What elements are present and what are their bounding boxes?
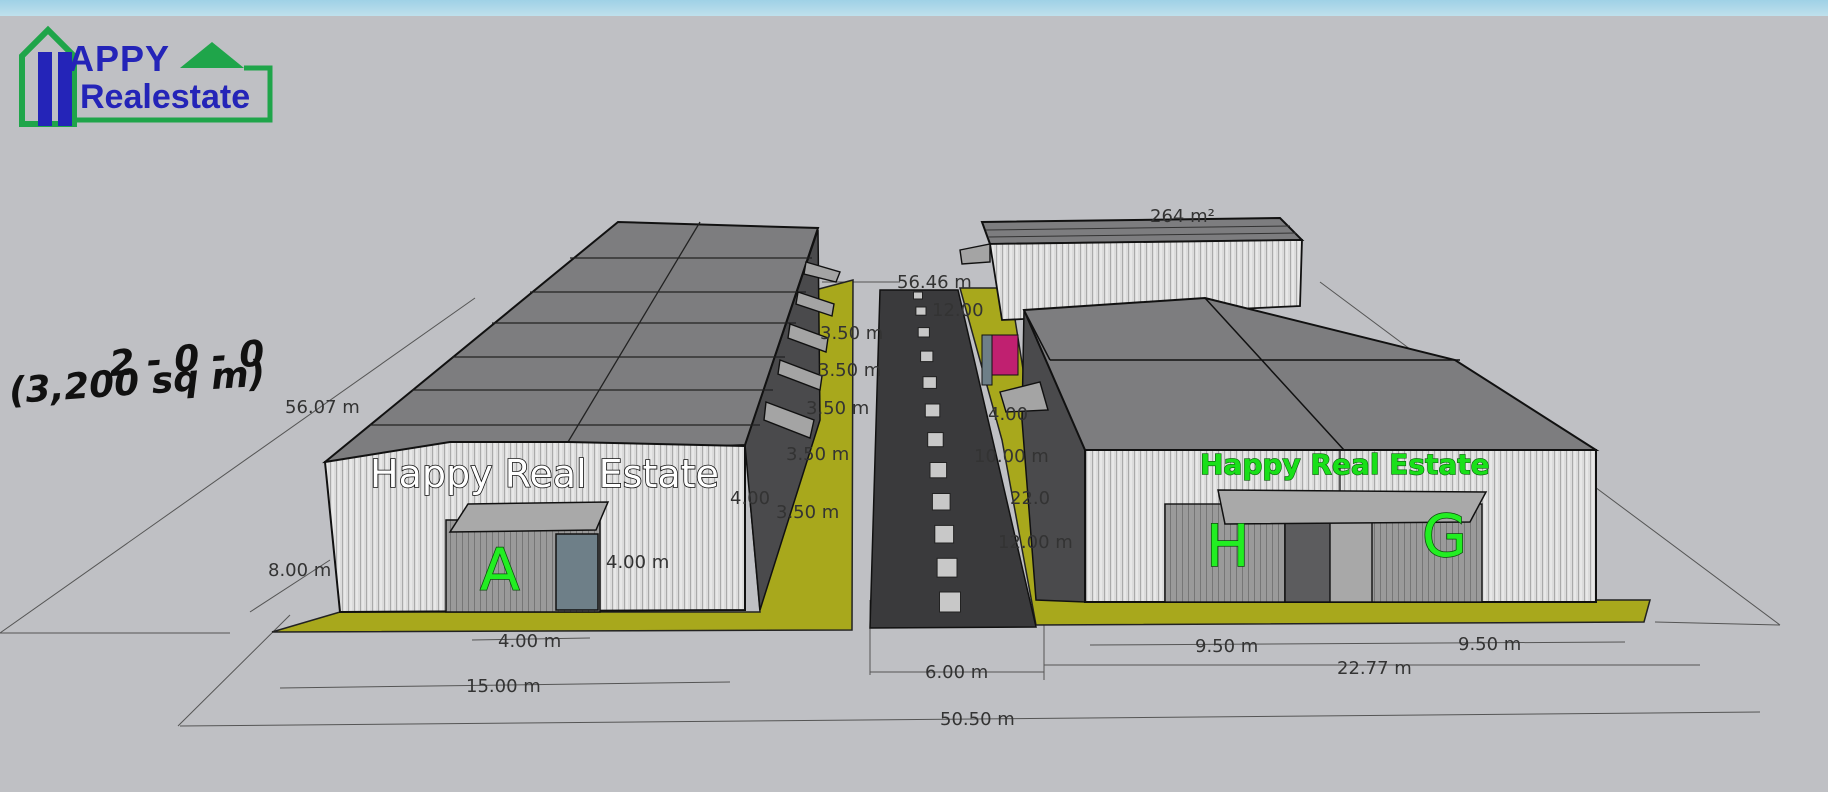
plot-area-label: (3,200 sq m) <box>8 353 267 412</box>
dim-road-depth: 56.46 m <box>897 272 972 293</box>
road-center-dash <box>913 291 923 300</box>
road-center-dash <box>915 306 927 316</box>
road-center-dash <box>939 591 961 613</box>
dim-right-width: 22.77 m <box>1337 658 1412 679</box>
dim-left-4: 4.00 <box>730 488 770 509</box>
dim-right-4: 4.00 <box>988 404 1028 425</box>
dim-door-width: 4.00 m <box>498 631 561 652</box>
site-plan-rendering: 2 - 0 - 0 (3,200 sq m) Happy Real Estate… <box>0 206 1781 730</box>
unit-label-h: H <box>1206 512 1250 580</box>
dim-left-width: 15.00 m <box>466 676 541 697</box>
left-warehouse <box>322 220 841 614</box>
road-center-dash <box>929 462 948 479</box>
dim-door-height: 4.00 m <box>606 552 669 573</box>
dim-roof-area: 264 m² <box>1150 206 1215 227</box>
dim-right-12: 12.00 m <box>998 532 1073 553</box>
road-center-dash <box>917 327 930 338</box>
dim-canopy-5: 3.50 m <box>776 502 839 523</box>
dim-canopy-4: 3.50 m <box>786 444 849 465</box>
dim-bay-2: 9.50 m <box>1458 634 1521 655</box>
right-facade-sign: Happy Real Estate <box>1200 448 1490 481</box>
company-logo: APPY Realestate <box>12 22 274 130</box>
unit-label-g: G <box>1422 502 1467 570</box>
road-center-dash <box>936 557 958 578</box>
diagram-canvas: 2 - 0 - 0 (3,200 sq m) Happy Real Estate… <box>0 0 1828 792</box>
dim-bay-1: 9.50 m <box>1195 636 1258 657</box>
left-facade-sign: Happy Real Estate <box>370 452 719 496</box>
road-center-dash <box>920 350 934 363</box>
dim-road-width: 6.00 m <box>925 662 988 683</box>
unit-label-a: A <box>480 536 520 604</box>
dim-canopy-1: 3.50 m <box>820 323 883 344</box>
dim-canopy-3: 3.50 m <box>806 398 869 419</box>
road-center-dash <box>927 432 944 448</box>
road-center-dash <box>924 403 941 418</box>
road-center-dash <box>922 376 937 389</box>
dim-right-22: 22.0 <box>1010 488 1050 509</box>
road-center-dash <box>931 493 951 511</box>
dim-back-12: 12.00 <box>932 300 984 321</box>
road-center-dash <box>934 524 955 544</box>
dim-right-10: 10.00 m <box>974 446 1049 467</box>
dim-wall-height: 8.00 m <box>268 560 331 581</box>
logo-bottom-text: Realestate <box>80 78 251 116</box>
dim-canopy-2: 3.50 m <box>818 360 881 381</box>
dim-total-width: 50.50 m <box>940 709 1015 730</box>
logo-top-text: APPY <box>68 38 171 79</box>
dim-left-depth: 56.07 m <box>285 397 360 418</box>
